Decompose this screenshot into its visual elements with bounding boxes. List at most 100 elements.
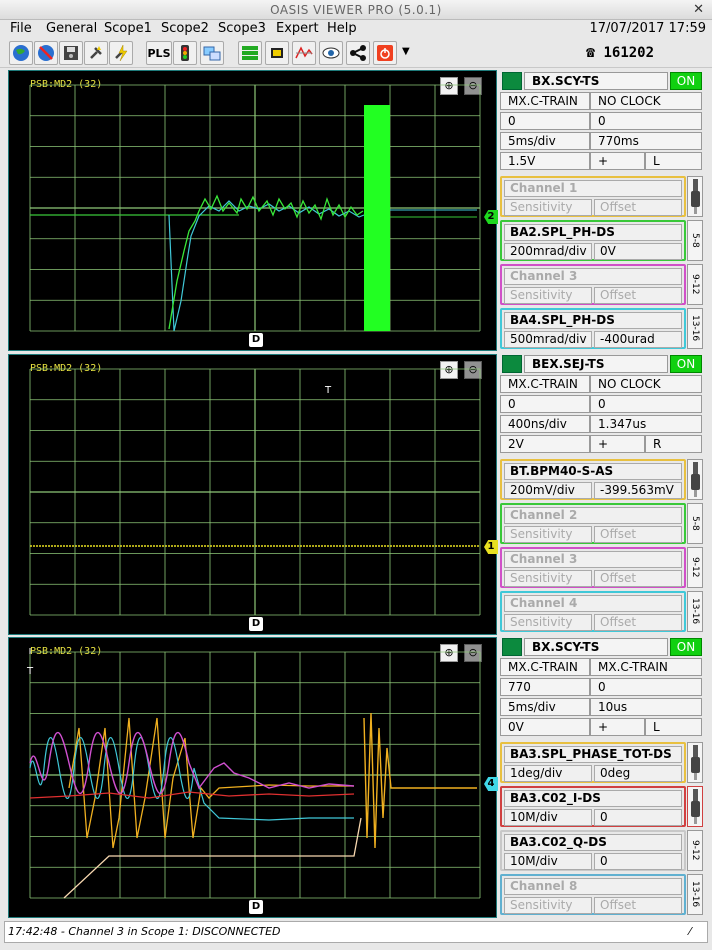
channel-tab-9-12[interactable]: 9-12 [687, 264, 703, 305]
trigger-slope-field[interactable]: + [590, 152, 645, 170]
channel-offset[interactable]: 0V [594, 243, 682, 260]
channel-3-box[interactable]: BA3.C02_Q-DS 10M/div 0 [500, 830, 686, 871]
channel-4-box[interactable]: Channel 8 Sensitivity Offset [500, 874, 686, 915]
trigger-level-field[interactable]: 0V [500, 718, 590, 736]
channel-tab-9-12[interactable]: 9-12 [687, 547, 703, 588]
time-delay-field[interactable]: 770ms [590, 132, 702, 150]
trigger-slope-field[interactable]: + [590, 718, 645, 736]
probe-icon[interactable] [687, 459, 703, 500]
channel-tab-5-8[interactable]: 5-8 [687, 220, 703, 261]
channel-offset[interactable]: -399.563mV [594, 482, 682, 499]
channel-name[interactable]: BA2.SPL_PH-DS [504, 224, 682, 241]
channel-2-box[interactable]: Channel 2 Sensitivity Offset [500, 503, 686, 544]
clock-field[interactable]: MX.C-TRAIN [590, 658, 702, 676]
windows-icon[interactable] [200, 41, 224, 65]
channel-1-box[interactable]: BT.BPM40-S-AS 200mV/div -399.563mV [500, 459, 686, 500]
clock-field[interactable]: NO CLOCK [590, 92, 702, 110]
menu-help[interactable]: Help [327, 21, 357, 36]
channel-sensitivity[interactable]: Sensitivity [504, 897, 592, 914]
clock-field[interactable]: NO CLOCK [590, 375, 702, 393]
channel-1-box[interactable]: Channel 1 Sensitivity Offset [500, 176, 686, 217]
channel-offset[interactable]: Offset [594, 199, 682, 216]
menu-file[interactable]: File [10, 21, 32, 36]
trigger-marker[interactable]: T [27, 666, 33, 677]
menu-scope2[interactable]: Scope2 [161, 21, 209, 36]
on-status-button[interactable]: ON [670, 355, 702, 373]
channel-sensitivity[interactable]: 200mV/div [504, 482, 592, 499]
channel-name[interactable]: Channel 2 [504, 507, 682, 524]
channel-offset[interactable]: Offset [594, 526, 682, 543]
cycle-field[interactable]: MX.C-TRAIN [500, 658, 590, 676]
plug-icon[interactable] [84, 41, 108, 65]
channel-name[interactable]: Channel 1 [504, 180, 682, 197]
offset-field[interactable]: 0 [590, 112, 702, 130]
on-status-button[interactable]: ON [670, 72, 702, 90]
channel-3-box[interactable]: Channel 3 Sensitivity Offset [500, 547, 686, 588]
channel-name[interactable]: Channel 8 [504, 878, 682, 895]
probe-icon[interactable] [687, 786, 703, 827]
channel-name[interactable]: BT.BPM40-S-AS [504, 463, 682, 480]
on-status-button[interactable]: ON [670, 638, 702, 656]
layout-stack-icon[interactable] [238, 41, 262, 65]
channel-name[interactable]: Channel 3 [504, 551, 682, 568]
channel-offset[interactable]: Offset [594, 897, 682, 914]
channel-offset[interactable]: Offset [594, 570, 682, 587]
channel-sensitivity[interactable]: Sensitivity [504, 199, 592, 216]
time-delay-field[interactable]: 1.347us [590, 415, 702, 433]
channel-3-box[interactable]: Channel 3 Sensitivity Offset [500, 264, 686, 305]
channel-tab-9-12[interactable]: 9-12 [687, 830, 703, 871]
channel-sensitivity[interactable]: 500mrad/div [504, 331, 592, 348]
offset-field[interactable]: 0 [590, 395, 702, 413]
channel-4-box[interactable]: Channel 4 Sensitivity Offset [500, 591, 686, 632]
channel-name[interactable]: Channel 3 [504, 268, 682, 285]
channel-offset[interactable]: Offset [594, 287, 682, 304]
timing-color-indicator[interactable] [502, 72, 522, 90]
channel-sensitivity[interactable]: 200mrad/div [504, 243, 592, 260]
timebase-field[interactable]: 5ms/div [500, 132, 590, 150]
timing-selector[interactable]: BEX.SEJ-TS [524, 355, 668, 373]
channel-sensitivity[interactable]: 10M/div [504, 809, 592, 826]
plug-lightning-icon[interactable] [109, 41, 133, 65]
timing-selector[interactable]: BX.SCY-TS [524, 638, 668, 656]
channel-name[interactable]: BA3.SPL_PHASE_TOT-DS [504, 746, 682, 763]
eye-icon[interactable] [319, 41, 343, 65]
scope-3-display[interactable]: PSB:MD2 (32) ⊕ ⊖ T D 4 [8, 637, 498, 918]
channel-name[interactable]: BA3.C02_I-DS [504, 790, 682, 807]
menu-scope3[interactable]: Scope3 [218, 21, 266, 36]
scope-1-display[interactable]: PSB:MD2 (32) ⊕ ⊖ D 2 [8, 70, 498, 351]
channel-offset[interactable]: -400urad [594, 331, 682, 348]
timing-color-indicator[interactable] [502, 638, 522, 656]
channel-name[interactable]: Channel 4 [504, 595, 682, 612]
channel-sensitivity[interactable]: Sensitivity [504, 526, 592, 543]
channel-tab-13-16[interactable]: 13-16 [687, 591, 703, 632]
channel-sensitivity[interactable]: Sensitivity [504, 287, 592, 304]
dropdown-arrow-icon[interactable]: ▼ [402, 46, 410, 57]
timebase-field[interactable]: 400ns/div [500, 415, 590, 433]
menu-expert[interactable]: Expert [276, 21, 319, 36]
trigger-marker[interactable]: T [325, 385, 331, 396]
trigger-side-field[interactable]: R [645, 435, 702, 453]
scope-2-display[interactable]: PSB:MD2 (32) ⊕ ⊖ T D 1 [8, 354, 498, 635]
power-icon[interactable] [373, 41, 397, 65]
delay-marker[interactable]: D [249, 617, 263, 631]
offset-field[interactable]: 0 [590, 678, 702, 696]
channel-sensitivity[interactable]: Sensitivity [504, 614, 592, 631]
share-icon[interactable] [346, 41, 370, 65]
channel-offset[interactable]: 0deg [594, 765, 682, 782]
cycle-field[interactable]: MX.C-TRAIN [500, 375, 590, 393]
channel-sensitivity[interactable]: 1deg/div [504, 765, 592, 782]
probe-icon[interactable] [687, 742, 703, 783]
trigger-level-field[interactable]: 2V [500, 435, 590, 453]
traffic-light-icon[interactable] [173, 41, 197, 65]
timing-color-indicator[interactable] [502, 355, 522, 373]
chip-icon[interactable] [265, 41, 289, 65]
channel-tab-13-16[interactable]: 13-16 [687, 308, 703, 349]
channel-tab-5-8[interactable]: 5-8 [687, 503, 703, 544]
trigger-side-field[interactable]: L [645, 718, 702, 736]
probe-icon[interactable] [687, 176, 703, 217]
channel-offset[interactable]: 0 [594, 853, 682, 870]
cycle-field[interactable]: MX.C-TRAIN [500, 92, 590, 110]
delay-field[interactable]: 770 [500, 678, 590, 696]
trigger-level-field[interactable]: 1.5V [500, 152, 590, 170]
globe-icon[interactable] [9, 41, 33, 65]
